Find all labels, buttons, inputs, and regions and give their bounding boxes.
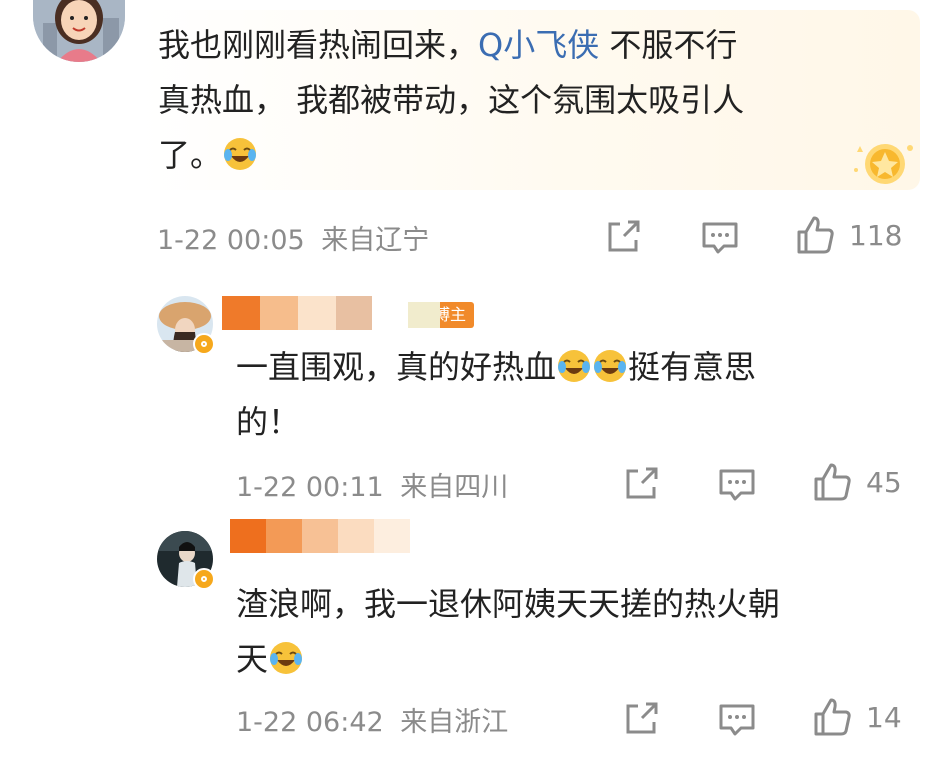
comment-text: 我也刚刚看热闹回来，Q小飞侠 不服不行 真热血， 我都被带动，这个氛围太吸引人 … [158, 26, 745, 174]
comment-icon [719, 704, 755, 736]
like-button[interactable]: 14 [812, 696, 902, 738]
comment-location: 来自四川 [400, 472, 509, 503]
medal-icon [854, 144, 913, 184]
reply-button[interactable] [700, 218, 740, 258]
like-icon [814, 463, 851, 501]
comment-text: 一直围观，真的好热血 挺有意思 的！ [236, 348, 757, 441]
username-redacted[interactable] [222, 296, 372, 330]
reply-button[interactable] [717, 700, 757, 740]
like-icon [797, 216, 834, 254]
share-button[interactable] [604, 218, 642, 256]
laugh-cry-emoji [594, 350, 627, 382]
username-redacted[interactable] [230, 519, 410, 553]
laugh-cry-emoji [270, 642, 303, 674]
mention-link[interactable]: Q小飞侠 [478, 26, 599, 64]
like-button[interactable]: 45 [812, 461, 902, 503]
share-icon [608, 220, 640, 252]
like-count: 14 [866, 700, 902, 734]
laugh-cry-emoji [558, 350, 591, 382]
comment-location: 来自辽宁 [321, 225, 430, 256]
like-button[interactable]: 118 [795, 214, 902, 256]
comment-meta: 1-22 00:05 来自辽宁 [157, 218, 429, 257]
comment-meta: 1-22 00:11 来自四川 [236, 465, 508, 504]
share-icon [626, 702, 658, 734]
verified-badge-icon [193, 568, 215, 590]
like-icon [814, 698, 851, 736]
host-tag-redacted [408, 302, 440, 328]
host-tag: 博主 [408, 302, 475, 328]
reply-button[interactable] [717, 465, 757, 505]
like-count: 118 [849, 218, 903, 252]
laugh-cry-emoji [224, 138, 257, 170]
share-icon [626, 467, 658, 499]
comment-meta: 1-22 06:42 来自浙江 [236, 700, 508, 739]
commenter-avatar[interactable] [33, 0, 125, 62]
comment-icon [702, 222, 738, 254]
comment-time: 1-22 00:05 [157, 225, 305, 256]
comment-text: 渣浪啊，我一退休阿姨天天搓的热火朝 天 [236, 585, 781, 678]
share-button[interactable] [622, 700, 660, 738]
comment-location: 来自浙江 [400, 707, 509, 738]
like-count: 45 [866, 465, 902, 499]
verified-badge-icon [193, 333, 215, 355]
comment-time: 1-22 06:42 [236, 707, 384, 738]
share-button[interactable] [622, 465, 660, 503]
comment-icon [719, 469, 755, 501]
comment-time: 1-22 00:11 [236, 472, 384, 503]
